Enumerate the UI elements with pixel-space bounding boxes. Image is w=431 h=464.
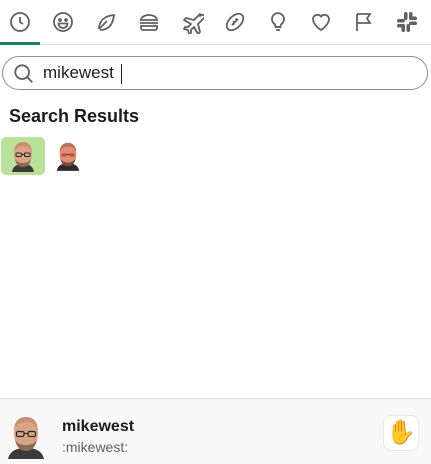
raised-hand-icon: ✋ xyxy=(386,419,416,446)
emoji-category-tabs xyxy=(0,0,431,45)
smiley-icon xyxy=(53,12,73,32)
tab-activities[interactable] xyxy=(215,0,255,44)
search-input[interactable] xyxy=(43,60,413,86)
airplane-icon xyxy=(183,13,204,34)
skin-tone-button[interactable]: ✋ xyxy=(383,415,419,451)
emoji-result-mikewest-2[interactable] xyxy=(46,137,90,175)
tab-flags[interactable] xyxy=(344,0,384,44)
emoji-preview-shortcode: :mikewest: xyxy=(62,439,129,455)
tab-recent[interactable] xyxy=(0,0,40,45)
text-caret xyxy=(121,64,122,84)
tab-food[interactable] xyxy=(129,0,169,44)
search-icon xyxy=(14,64,33,83)
search-results-heading: Search Results xyxy=(9,106,140,126)
leaf-icon xyxy=(98,13,116,31)
emoji-search-box[interactable] xyxy=(2,56,428,90)
emoji-preview-footer: mikewest :mikewest: ✋ xyxy=(0,398,431,464)
clock-icon xyxy=(10,12,30,32)
mikewest-red-emoji xyxy=(56,142,80,171)
mikewest-emoji xyxy=(12,142,34,172)
tab-nature[interactable] xyxy=(86,0,126,44)
tab-objects[interactable] xyxy=(258,0,298,44)
active-tab-indicator xyxy=(0,42,40,45)
emoji-result-mikewest[interactable] xyxy=(1,137,45,175)
burger-icon xyxy=(140,14,158,31)
football-icon xyxy=(225,12,245,32)
lightbulb-icon xyxy=(271,12,285,31)
emoji-preview-image xyxy=(8,417,44,459)
emoji-preview-name: mikewest xyxy=(62,418,135,435)
tab-smileys[interactable] xyxy=(43,0,83,44)
tab-symbols[interactable] xyxy=(301,0,341,44)
slack-logo-icon xyxy=(397,12,417,32)
tab-travel[interactable] xyxy=(172,0,212,44)
flag-icon xyxy=(356,13,372,31)
tab-custom[interactable] xyxy=(387,0,427,44)
heart-icon xyxy=(312,13,330,32)
